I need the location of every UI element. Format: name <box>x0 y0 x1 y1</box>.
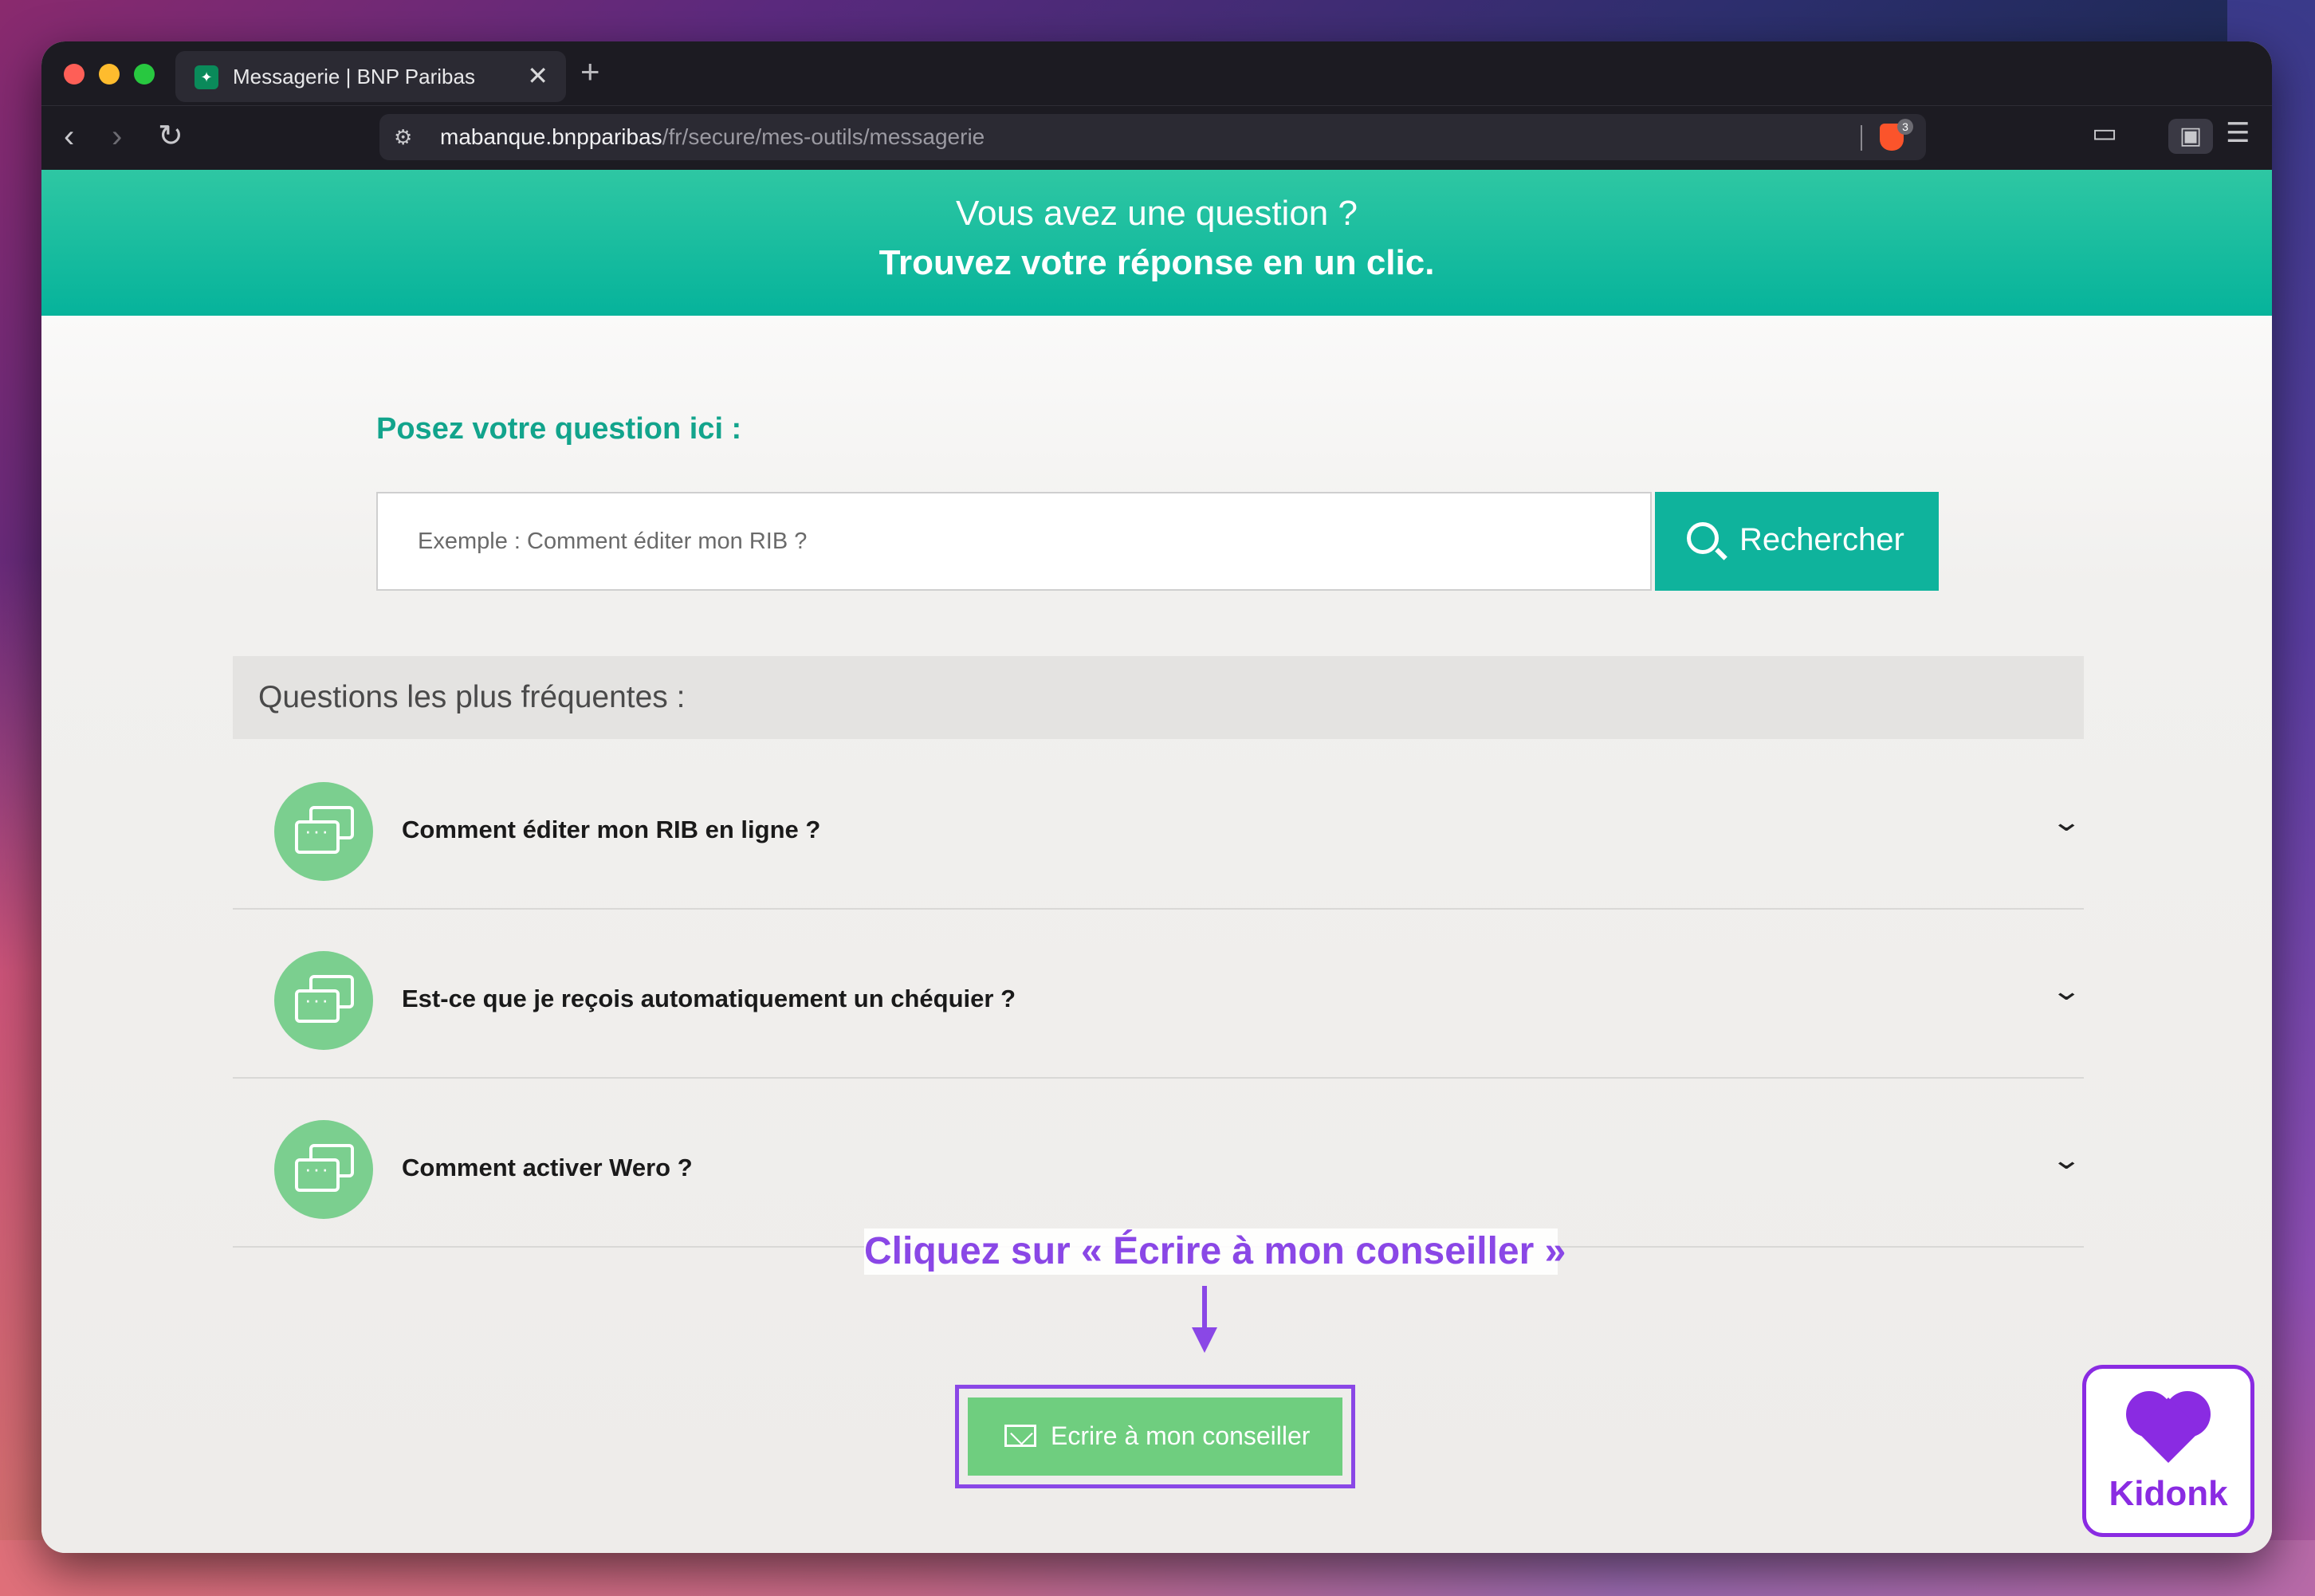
faq-question: Comment éditer mon RIB en ligne ? <box>402 816 821 843</box>
chevron-down-icon[interactable]: ⌄ <box>2050 975 2082 1007</box>
reload-icon[interactable]: ↻ <box>158 114 183 159</box>
chevron-down-icon[interactable]: ⌄ <box>2050 806 2082 838</box>
chat-bubbles-icon <box>274 1120 373 1219</box>
chat-bubbles-icon <box>274 951 373 1050</box>
heart-icon <box>2126 1391 2211 1471</box>
kidonk-wordmark: Kidonk <box>2109 1474 2228 1513</box>
search-input[interactable] <box>376 492 1652 591</box>
url-path: /fr/secure/mes-outils/messagerie <box>662 124 985 149</box>
navigation-bar: ‹ › ↻ ⚙ mabanque.bnpparibas/fr/secure/me… <box>41 105 2272 170</box>
tab-close-icon[interactable]: ✕ <box>527 61 548 91</box>
faq-header: Questions les plus fréquentes : <box>233 656 2084 739</box>
faq-item[interactable]: Comment éditer mon RIB en ligne ? ⌄ <box>233 739 2084 910</box>
tab-bar: ✦ Messagerie | BNP Paribas ✕ + <box>41 41 2272 105</box>
tutorial-annotation: Cliquez sur « Écrire à mon conseiller » <box>864 1228 1566 1275</box>
new-tab-button[interactable]: + <box>580 51 600 92</box>
annotation-arrow-head <box>1192 1327 1217 1353</box>
faq-question: Est-ce que je reçois automatiquement un … <box>402 985 1016 1012</box>
banner-subtitle: Trouvez votre réponse en un clic. <box>878 243 1435 282</box>
address-bar[interactable]: ⚙ mabanque.bnpparibas/fr/secure/mes-outi… <box>379 114 1926 160</box>
search-icon <box>1687 522 1719 554</box>
url-text[interactable]: mabanque.bnpparibas/fr/secure/mes-outils… <box>440 124 985 150</box>
wallet-icon[interactable]: ▣ <box>2168 119 2213 154</box>
search-label: Posez votre question ici : <box>376 412 742 446</box>
minimize-window-button[interactable] <box>99 64 120 85</box>
bnp-favicon-icon: ✦ <box>195 65 218 89</box>
menu-icon[interactable]: ☰ <box>2226 117 2250 149</box>
banner-title: Vous avez une question ? <box>956 194 1358 233</box>
shields-count-badge: 3 <box>1897 119 1913 135</box>
envelope-icon <box>1004 1425 1036 1447</box>
browser-window: ✦ Messagerie | BNP Paribas ✕ + ‹ › ↻ ⚙ m… <box>41 41 2272 1553</box>
write-to-advisor-button[interactable]: Ecrire à mon conseiller <box>968 1397 1342 1476</box>
annotation-arrow <box>1202 1286 1207 1334</box>
back-arrow-icon[interactable]: ‹ <box>64 114 74 159</box>
url-host: mabanque.bnpparibas <box>440 124 662 149</box>
reader-mode-icon[interactable]: ▭ <box>2092 117 2117 149</box>
page-content: Vous avez une question ? Trouvez votre r… <box>41 170 2272 1553</box>
chat-bubbles-icon <box>274 782 373 881</box>
faq-item[interactable]: Est-ce que je reçois automatiquement un … <box>233 908 2084 1079</box>
faq-header-title: Questions les plus fréquentes : <box>258 680 686 714</box>
write-to-advisor-label: Ecrire à mon conseiller <box>1051 1421 1311 1450</box>
search-button-label: Rechercher <box>1739 522 1904 557</box>
forward-arrow-icon[interactable]: › <box>112 114 122 159</box>
close-window-button[interactable] <box>64 64 85 85</box>
search-button[interactable]: Rechercher <box>1655 492 1939 591</box>
tab-messagerie[interactable]: ✦ Messagerie | BNP Paribas ✕ <box>175 51 566 102</box>
maximize-window-button[interactable] <box>134 64 155 85</box>
address-bar-divider <box>1861 125 1862 151</box>
faq-question: Comment activer Wero ? <box>402 1154 693 1181</box>
site-settings-icon[interactable]: ⚙ <box>394 125 412 150</box>
chevron-down-icon[interactable]: ⌄ <box>2050 1144 2082 1176</box>
faq-item[interactable]: Comment activer Wero ? ⌄ <box>233 1077 2084 1248</box>
help-banner: Vous avez une question ? Trouvez votre r… <box>41 170 2272 316</box>
tab-title: Messagerie | BNP Paribas <box>233 65 475 88</box>
kidonk-logo: Kidonk <box>2082 1365 2254 1537</box>
